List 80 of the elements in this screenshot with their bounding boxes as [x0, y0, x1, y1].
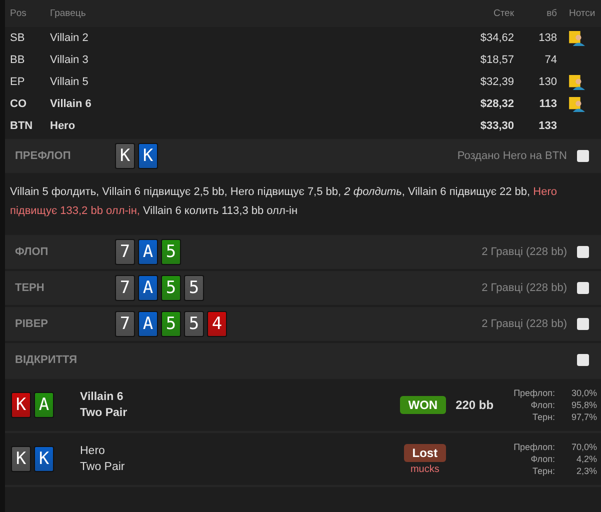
playing-card: 5 — [184, 275, 204, 301]
player-note-icon[interactable] — [569, 96, 586, 112]
position-cell-text: CO — [10, 98, 28, 110]
street-summary: 2 Гравці (228 bb) — [482, 282, 567, 294]
hand-rank: Two Pair — [80, 460, 125, 475]
stack-cell-text: $28,32 — [479, 98, 514, 110]
street-label: РІВЕР — [15, 318, 50, 330]
stack-cell-text: $32,39 — [479, 76, 514, 88]
won-amount: 220 bb — [456, 398, 495, 412]
street-label: ПРЕФЛОП — [15, 150, 72, 162]
player-name: Villain 6 — [80, 390, 124, 405]
player-name: Hero — [50, 120, 76, 132]
playing-card: K — [11, 446, 31, 472]
equity-value: 2,3% — [575, 465, 597, 477]
playing-card: 7 — [115, 311, 135, 337]
street-summary: 2 Гравці (228 bb) — [482, 318, 567, 330]
playing-card: K — [11, 392, 31, 418]
result-badge: WON — [400, 396, 446, 414]
playing-card: K — [115, 143, 135, 169]
playing-card: A — [138, 239, 158, 265]
note-checkbox[interactable] — [577, 354, 589, 366]
equity-label: Флоп: — [530, 453, 555, 465]
muck-label: mucks — [410, 464, 440, 474]
equity-label: Префлоп: — [514, 441, 555, 453]
player-note-icon[interactable] — [569, 30, 586, 46]
column-header: Гравець — [50, 8, 87, 19]
playing-card: 5 — [161, 311, 181, 337]
column-header: Стек — [492, 8, 514, 19]
player-name: Villain 3 — [50, 54, 90, 66]
position-cell-text: BB — [10, 54, 26, 66]
street-label: ВІДКРИТТЯ — [15, 354, 78, 366]
playing-card: K — [34, 446, 54, 472]
playing-card: 4 — [207, 311, 227, 337]
stack-cell-text: $18,57 — [479, 54, 514, 66]
equity-value: 30,0% — [570, 387, 597, 399]
playing-card: A — [34, 392, 54, 418]
playing-card: 5 — [161, 239, 181, 265]
street-summary: 2 Гравці (228 bb) — [482, 246, 567, 258]
player-name: Hero — [80, 444, 106, 459]
playing-card: K — [138, 143, 158, 169]
note-checkbox[interactable] — [577, 282, 589, 294]
bb-cell-text: 74 — [544, 54, 557, 66]
equity-label: Флоп: — [530, 399, 555, 411]
position-cell-text: BTN — [10, 120, 34, 132]
position-cell-text: EP — [10, 76, 26, 88]
playing-card: A — [138, 275, 158, 301]
playing-card: A — [138, 311, 158, 337]
column-header: Нотси — [568, 8, 596, 19]
playing-card: 5 — [184, 311, 204, 337]
player-name: Villain 2 — [50, 32, 90, 44]
equity-value: 4,2% — [575, 453, 597, 465]
result-badge: Lost — [404, 444, 446, 462]
note-checkbox[interactable] — [577, 246, 589, 258]
equity-value: 70,0% — [570, 441, 597, 453]
stack-cell-text: $34,62 — [479, 32, 514, 44]
position-cell-text: SB — [10, 32, 26, 44]
bb-cell-text: 133 — [538, 120, 557, 132]
column-header: вб — [546, 8, 557, 19]
equity-value: 95,8% — [570, 399, 597, 411]
player-note-icon[interactable] — [569, 74, 586, 90]
hand-rank: Two Pair — [80, 406, 128, 421]
street-summary: Роздано Hero на BTN — [457, 150, 567, 162]
bb-cell-text: 138 — [538, 32, 557, 44]
equity-label: Терн: — [532, 411, 555, 423]
column-header: Pos — [10, 8, 28, 19]
street-label: ФЛОП — [15, 246, 50, 258]
bb-cell-text: 130 — [538, 76, 557, 88]
player-name: Villain 5 — [50, 76, 90, 88]
equity-label: Префлоп: — [514, 387, 555, 399]
playing-card: 5 — [161, 275, 181, 301]
equity-value: 97,7% — [570, 411, 597, 423]
player-name: Villain 6 — [50, 98, 92, 110]
note-checkbox[interactable] — [577, 150, 589, 162]
playing-card: 7 — [115, 239, 135, 265]
note-checkbox[interactable] — [577, 318, 589, 330]
playing-card: 7 — [115, 275, 135, 301]
stack-cell-text: $33,30 — [479, 120, 514, 132]
street-label: ТЕРН — [15, 282, 46, 294]
equity-label: Терн: — [532, 465, 555, 477]
bb-cell-text: 113 — [538, 98, 557, 110]
